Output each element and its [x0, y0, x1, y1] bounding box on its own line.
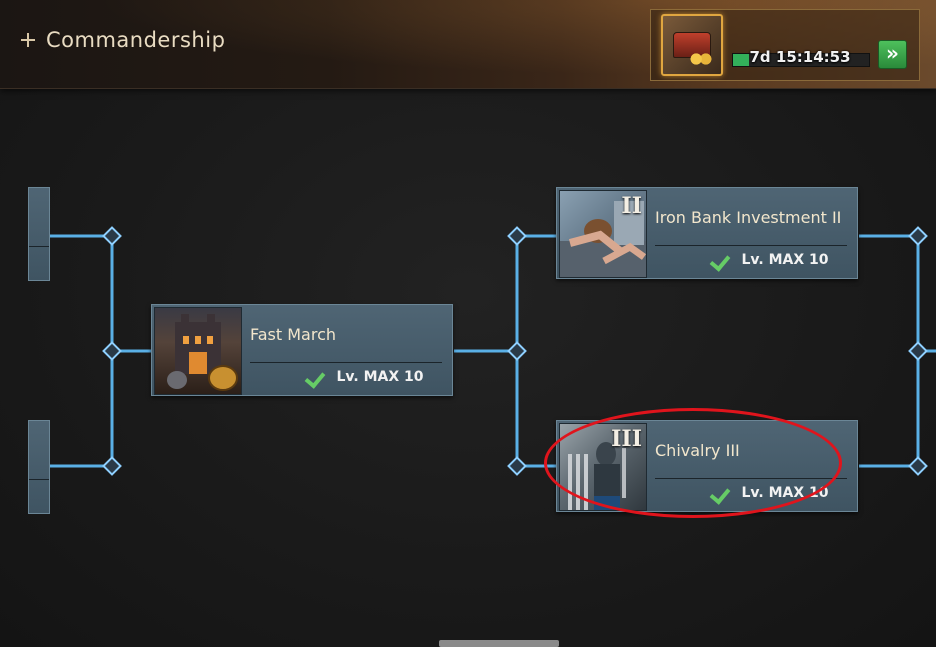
junction-node [102, 226, 122, 246]
go-button[interactable]: » [878, 40, 907, 69]
junction-node [507, 456, 527, 476]
tier-numeral: II [621, 193, 642, 219]
node-divider [29, 479, 49, 480]
node-divider [655, 245, 847, 246]
fast-march-icon [154, 307, 242, 395]
skill-level: Lv. MAX 10 [280, 369, 450, 385]
compass-star-icon [20, 32, 36, 48]
skill-node-fast-march[interactable]: Fast March Lv. MAX 10 [151, 304, 453, 396]
double-chevron-right-icon: » [886, 41, 899, 65]
title-group: Commandership [20, 28, 225, 52]
offscreen-skill-node-bottom[interactable] [28, 420, 50, 514]
checkmark-icon [711, 252, 733, 268]
junction-node [102, 456, 122, 476]
node-divider [29, 246, 49, 247]
timer-text: 7d 15:14:53 [749, 48, 851, 66]
treasure-chest-icon[interactable] [661, 14, 723, 76]
skill-node-iron-bank-investment[interactable]: II Iron Bank Investment II Lv. MAX 10 [556, 187, 858, 279]
iron-bank-icon: II [559, 190, 647, 278]
event-boost-panel: 7d 15:14:53 » [650, 9, 920, 81]
skill-level-text: Lv. MAX 10 [741, 252, 829, 268]
page-title: Commandership [46, 28, 226, 52]
scrollbar-thumb[interactable] [439, 640, 559, 647]
junction-node [908, 341, 928, 361]
offscreen-skill-node-top[interactable] [28, 187, 50, 281]
junction-node [908, 456, 928, 476]
junction-node [102, 341, 122, 361]
skill-name: Fast March [250, 325, 337, 344]
junction-node [908, 226, 928, 246]
junction-node [507, 226, 527, 246]
node-divider [250, 362, 442, 363]
skill-name: Iron Bank Investment II [655, 208, 842, 227]
junction-node [507, 341, 527, 361]
skill-tree-connectors [48, 226, 936, 476]
checkmark-icon [306, 369, 328, 385]
red-highlight-circle [544, 408, 842, 518]
skill-level: Lv. MAX 10 [685, 252, 855, 268]
castle-illustration [167, 314, 238, 391]
coins-shape [689, 52, 713, 66]
skill-level-text: Lv. MAX 10 [336, 369, 424, 385]
